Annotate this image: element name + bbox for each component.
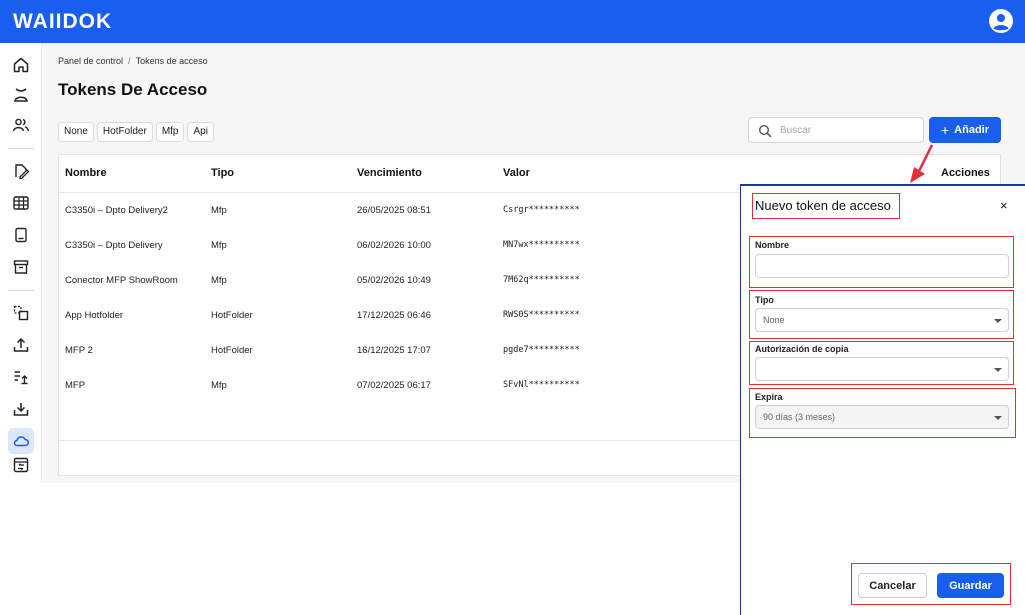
breadcrumb-item-current: Tokens de acceso <box>135 56 208 66</box>
cell-valor: 7M62q********** <box>503 275 580 285</box>
cell-valor: MN7wx********** <box>503 240 580 250</box>
cell-vencimiento: 26/05/2025 08:51 <box>357 205 431 216</box>
cell-tipo: Mfp <box>211 380 227 391</box>
table-icon <box>13 196 29 210</box>
chevron-down-icon <box>994 319 1002 323</box>
new-token-panel: Nuevo token de acceso × Nombre Tipo None… <box>740 184 1025 615</box>
sidebar-item-list-upload[interactable] <box>8 364 34 390</box>
cell-tipo: Mfp <box>211 240 227 251</box>
sidebar <box>0 43 42 483</box>
add-button-label: Añadir <box>954 124 990 136</box>
app-logo[interactable]: WAIIDOK <box>13 10 112 34</box>
cell-nombre: MFP <box>65 380 86 391</box>
cell-nombre: Conector MFP ShowRoom <box>65 275 178 286</box>
upload-icon <box>13 337 29 352</box>
transfer-icon <box>13 457 29 473</box>
sidebar-item-upload[interactable] <box>8 332 34 358</box>
plus-icon: + <box>940 122 950 138</box>
expira-label: Expira <box>755 392 783 402</box>
chevron-down-icon <box>994 368 1002 372</box>
cell-nombre: C3350i – Dpto Delivery2 <box>65 205 168 216</box>
users-icon <box>12 118 30 132</box>
breadcrumb-item-home[interactable]: Panel de control <box>58 56 123 66</box>
cloud-icon <box>13 436 29 447</box>
column-header-tipo[interactable]: Tipo <box>211 167 234 179</box>
page-title: Tokens De Acceso <box>58 80 208 99</box>
home-icon <box>13 57 29 73</box>
download-doc-icon <box>13 403 29 416</box>
expira-value: 90 días (3 meses) <box>763 412 836 422</box>
sidebar-item-cloud[interactable] <box>8 428 34 454</box>
cancel-button[interactable]: Cancelar <box>858 573 927 598</box>
cell-nombre: MFP 2 <box>65 345 93 356</box>
add-button[interactable]: + Añadir <box>929 117 1001 143</box>
filter-none[interactable]: None <box>58 122 94 142</box>
search-icon <box>758 124 772 138</box>
tipo-label: Tipo <box>755 295 774 305</box>
user-icon <box>14 88 28 102</box>
archive-icon <box>13 260 29 274</box>
column-header-vencimiento[interactable]: Vencimiento <box>357 167 422 179</box>
cell-tipo: HotFolder <box>211 345 253 356</box>
column-header-acciones: Acciones <box>941 167 990 179</box>
cell-valor: RWS0S********** <box>503 310 580 320</box>
breadcrumb-separator: / <box>128 56 131 66</box>
cell-vencimiento: 16/12/2025 17:07 <box>357 345 431 356</box>
sidebar-item-home[interactable] <box>8 52 34 78</box>
cell-tipo: Mfp <box>211 205 227 216</box>
sidebar-item-table[interactable] <box>8 190 34 216</box>
sidebar-item-book[interactable] <box>8 222 34 248</box>
sidebar-item-sign[interactable] <box>8 158 34 184</box>
cell-valor: Csrgr********** <box>503 205 580 215</box>
save-button[interactable]: Guardar <box>937 573 1004 598</box>
sidebar-item-archive[interactable] <box>8 254 34 280</box>
sidebar-item-download[interactable] <box>8 396 34 422</box>
breadcrumb: Panel de control / Tokens de acceso <box>58 56 208 66</box>
book-icon <box>15 227 27 243</box>
cell-vencimiento: 05/02/2026 10:49 <box>357 275 431 286</box>
search-input[interactable]: Buscar <box>748 117 924 143</box>
autorizacion-label: Autorización de copia <box>755 344 849 354</box>
tipo-select[interactable]: None <box>755 308 1009 332</box>
column-header-valor[interactable]: Valor <box>503 167 530 179</box>
cell-vencimiento: 06/02/2026 10:00 <box>357 240 431 251</box>
annotation-arrow-icon <box>910 144 934 183</box>
cell-valor: pgde7********** <box>503 345 580 355</box>
autorizacion-select[interactable] <box>755 357 1009 381</box>
cell-nombre: App Hotfolder <box>65 310 124 321</box>
search-placeholder: Buscar <box>780 125 812 136</box>
type-filters: None HotFolder Mfp Api <box>58 122 214 142</box>
document-sign-icon <box>15 164 30 180</box>
filter-api[interactable]: Api <box>187 122 214 142</box>
cell-vencimiento: 07/02/2025 06:17 <box>357 380 431 391</box>
cell-tipo: HotFolder <box>211 310 253 321</box>
expira-select[interactable]: 90 días (3 meses) <box>755 405 1009 429</box>
cell-nombre: C3350i – Dpto Delivery <box>65 240 163 251</box>
cell-vencimiento: 17/12/2025 06:46 <box>357 310 431 321</box>
nombre-label: Nombre <box>755 240 790 250</box>
sidebar-item-user[interactable] <box>8 82 34 108</box>
tipo-value: None <box>763 315 785 325</box>
cell-tipo: Mfp <box>211 275 227 286</box>
sidebar-item-users[interactable] <box>8 112 34 138</box>
sidebar-item-transfer[interactable] <box>8 452 34 478</box>
column-header-nombre[interactable]: Nombre <box>65 167 107 179</box>
sidebar-item-scan[interactable] <box>8 300 34 326</box>
sidebar-divider <box>8 290 34 291</box>
nombre-input[interactable] <box>755 254 1009 278</box>
cell-valor: SFvNl********** <box>503 380 580 390</box>
panel-title: Nuevo token de acceso <box>755 198 891 213</box>
close-icon[interactable]: × <box>1000 198 1008 213</box>
sidebar-divider <box>8 148 34 149</box>
scan-copy-icon <box>13 305 29 321</box>
top-bar: WAIIDOK <box>0 0 1025 43</box>
filter-mfp[interactable]: Mfp <box>155 122 185 142</box>
list-upload-icon <box>14 371 28 385</box>
chevron-down-icon <box>994 416 1002 420</box>
user-avatar-icon[interactable] <box>989 9 1013 33</box>
filter-hotfolder[interactable]: HotFolder <box>96 122 153 142</box>
